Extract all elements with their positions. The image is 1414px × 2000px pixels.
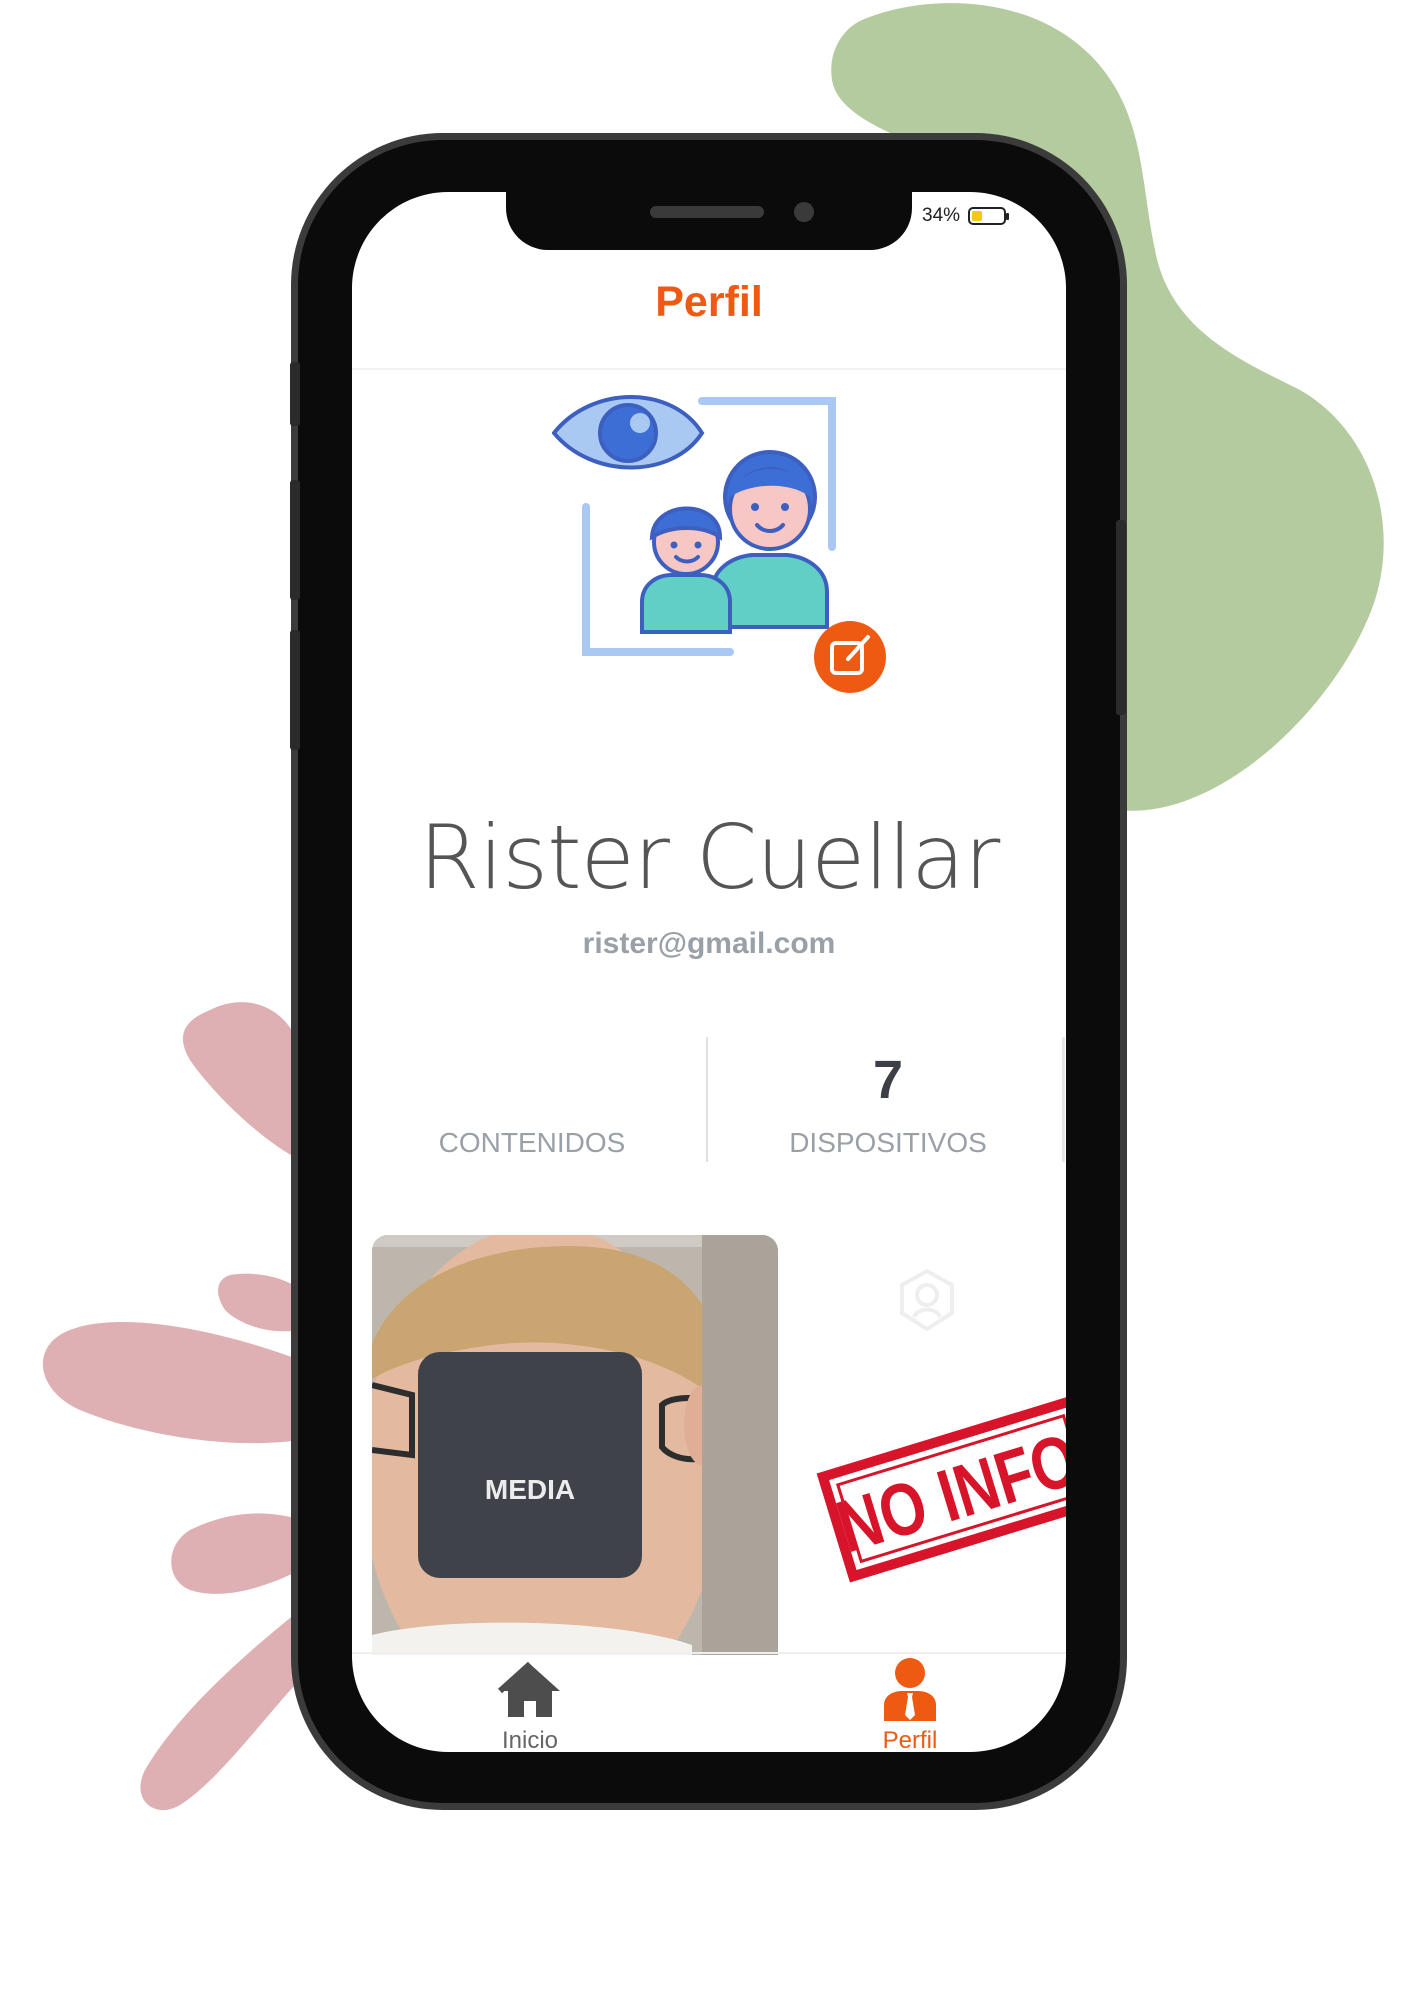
header-divider — [352, 368, 1066, 370]
media-overlay[interactable] — [418, 1352, 642, 1578]
profile-user-icon — [884, 1658, 936, 1721]
status-bar: 34% — [922, 205, 1010, 227]
child-figure-icon — [640, 506, 732, 634]
battery-percent: 34% — [922, 205, 961, 226]
phone-volume-down-button — [290, 630, 300, 750]
stat-contenidos-label[interactable]: CONTENIDOS — [352, 1127, 712, 1159]
phone-mute-switch — [290, 362, 300, 426]
no-info-stamp: NO INFO — [816, 1394, 1066, 1583]
phone-volume-up-button — [290, 480, 300, 600]
front-camera — [794, 202, 814, 222]
eye-icon — [552, 395, 705, 470]
earpiece-speaker — [650, 206, 764, 218]
profile-email: rister@gmail.com — [582, 927, 836, 960]
profile-name: Rister Cuellar — [418, 806, 1001, 909]
nav-item-inicio[interactable]: Inicio — [470, 1657, 590, 1752]
stat-dispositivos-value: 7 — [872, 1050, 904, 1110]
nav-item-perfil[interactable]: Perfil — [850, 1657, 970, 1752]
stats-edge-divider — [1062, 1037, 1065, 1162]
home-icon — [498, 1661, 560, 1717]
phone-power-button — [1116, 520, 1126, 715]
stat-dispositivos-label[interactable]: DISPOSITIVOS — [708, 1127, 1066, 1159]
battery-level-fill — [972, 211, 983, 221]
edit-icon — [814, 621, 886, 693]
phone-screen: 34% Perfil Rister Cuellar rister@gmail.c… — [352, 192, 1066, 1752]
battery-icon — [968, 207, 1010, 225]
nav-label-perfil: Perfil — [882, 1727, 938, 1752]
profile-avatar-illustration[interactable] — [552, 387, 892, 697]
notch — [506, 192, 912, 250]
media-label[interactable]: MEDIA — [418, 1474, 642, 1506]
page-title: Perfil — [655, 278, 763, 326]
nav-label-inicio: Inicio — [501, 1727, 559, 1752]
watermark-icon — [900, 1268, 954, 1332]
bottom-nav-divider — [352, 1652, 1066, 1654]
